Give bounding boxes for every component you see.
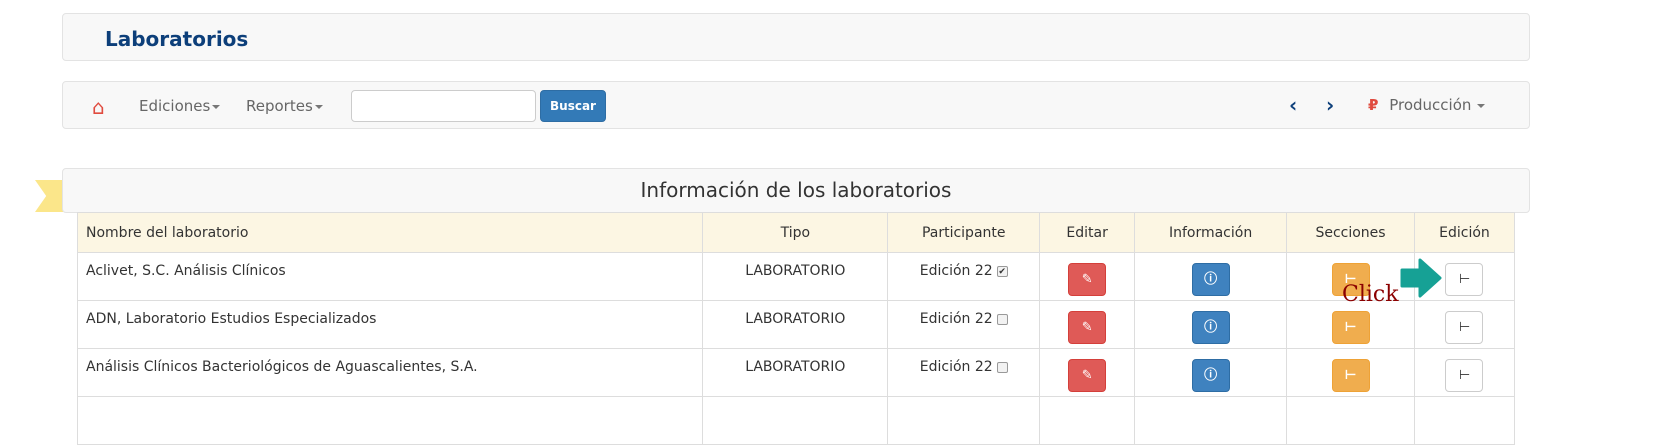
pencil-icon: ✎ [1081, 272, 1093, 287]
participante-checkbox[interactable]: ✔ [996, 265, 1008, 277]
table-row [76, 396, 1516, 445]
edition-button[interactable]: ⊢ [1445, 311, 1484, 344]
click-annotation: Click [1342, 282, 1399, 307]
secciones-cell: ⊢ [1286, 348, 1415, 397]
laboratories-table: Nombre del laboratorio Tipo Participante… [76, 212, 1516, 445]
menu-ediciones[interactable]: Ediciones [139, 97, 221, 115]
tree-icon: ⊢ [1458, 368, 1471, 383]
ruble-icon: ₽ [1368, 96, 1379, 114]
lab-tipo: LABORATORIO [702, 348, 889, 397]
col-secciones: Secciones [1286, 212, 1415, 253]
editar-cell: ✎ [1039, 300, 1136, 349]
info-cell: ⓘ [1134, 300, 1288, 349]
table-row: ADN, Laboratorio Estudios Especializados… [76, 300, 1516, 349]
participante-label: Edición 22 [919, 359, 993, 375]
participante-checkbox[interactable] [996, 361, 1008, 373]
info-button[interactable]: ⓘ [1191, 311, 1230, 344]
arrow-right-icon [1400, 258, 1442, 298]
table-row: Aclivet, S.C. Análisis Clínicos LABORATO… [76, 252, 1516, 301]
tree-icon: ⊢ [1344, 368, 1357, 383]
edicion-cell: ⊢ [1413, 300, 1516, 349]
navbar: ⌂ Ediciones Reportes Buscar ‹ › ₽ Produc… [62, 81, 1530, 129]
panel-heading: Información de los laboratorios [62, 168, 1530, 213]
edit-button[interactable]: ✎ [1068, 311, 1107, 344]
info-icon: ⓘ [1204, 272, 1218, 287]
info-icon: ⓘ [1204, 320, 1218, 335]
table-row: Análisis Clínicos Bacteriológicos de Agu… [76, 348, 1516, 397]
edition-button[interactable]: ⊢ [1445, 359, 1484, 392]
participante-cell: Edición 22 [887, 300, 1041, 349]
caret-down-icon [212, 104, 221, 109]
caret-down-icon [314, 104, 323, 109]
lab-name: Aclivet, S.C. Análisis Clínicos [76, 252, 704, 301]
production-label: Producción [1389, 96, 1472, 114]
edit-button[interactable]: ✎ [1068, 359, 1107, 392]
tree-icon: ⊢ [1344, 320, 1357, 335]
chevron-left-icon[interactable]: ‹ [1289, 93, 1297, 117]
lab-name: ADN, Laboratorio Estudios Especializados [76, 300, 704, 349]
edition-button[interactable]: ⊢ [1445, 263, 1484, 296]
info-cell: ⓘ [1134, 252, 1288, 301]
search-button[interactable]: Buscar [540, 90, 606, 122]
col-tipo: Tipo [702, 212, 889, 253]
col-edicion: Edición [1413, 212, 1516, 253]
ribbon-marker [35, 180, 63, 212]
secciones-cell: ⊢ [1286, 300, 1415, 349]
col-name: Nombre del laboratorio [76, 212, 704, 253]
lab-name: Análisis Clínicos Bacteriológicos de Agu… [76, 348, 704, 397]
edit-button[interactable]: ✎ [1068, 263, 1107, 296]
col-informacion: Información [1134, 212, 1288, 253]
col-participante: Participante [887, 212, 1041, 253]
info-cell: ⓘ [1134, 348, 1288, 397]
sections-button[interactable]: ⊢ [1331, 311, 1370, 344]
header-panel: Laboratorios [62, 13, 1530, 61]
search-input[interactable] [351, 90, 536, 122]
participante-cell: Edición 22 [887, 348, 1041, 397]
editar-cell: ✎ [1039, 252, 1136, 301]
editar-cell: ✎ [1039, 348, 1136, 397]
edicion-cell: ⊢ [1413, 348, 1516, 397]
sections-button[interactable]: ⊢ [1331, 359, 1370, 392]
participante-label: Edición 22 [919, 263, 993, 279]
page-title: Laboratorios [105, 27, 249, 51]
pencil-icon: ✎ [1081, 320, 1093, 335]
home-icon[interactable]: ⌂ [92, 95, 105, 119]
production-menu[interactable]: ₽ Producción [1368, 96, 1486, 114]
pencil-icon: ✎ [1081, 368, 1093, 383]
table-header-row: Nombre del laboratorio Tipo Participante… [76, 212, 1516, 253]
info-icon: ⓘ [1204, 368, 1218, 383]
lab-tipo: LABORATORIO [702, 300, 889, 349]
participante-cell: Edición 22 ✔ [887, 252, 1041, 301]
col-editar: Editar [1039, 212, 1136, 253]
lab-tipo: LABORATORIO [702, 252, 889, 301]
chevron-right-icon[interactable]: › [1326, 93, 1334, 117]
participante-checkbox[interactable] [996, 313, 1008, 325]
tree-icon: ⊢ [1458, 320, 1471, 335]
tree-icon: ⊢ [1458, 272, 1471, 287]
menu-reportes[interactable]: Reportes [246, 97, 323, 115]
caret-down-icon [1477, 103, 1486, 108]
menu-label: Ediciones [139, 97, 211, 115]
menu-label: Reportes [246, 97, 313, 115]
info-button[interactable]: ⓘ [1191, 263, 1230, 296]
info-button[interactable]: ⓘ [1191, 359, 1230, 392]
participante-label: Edición 22 [919, 311, 993, 327]
